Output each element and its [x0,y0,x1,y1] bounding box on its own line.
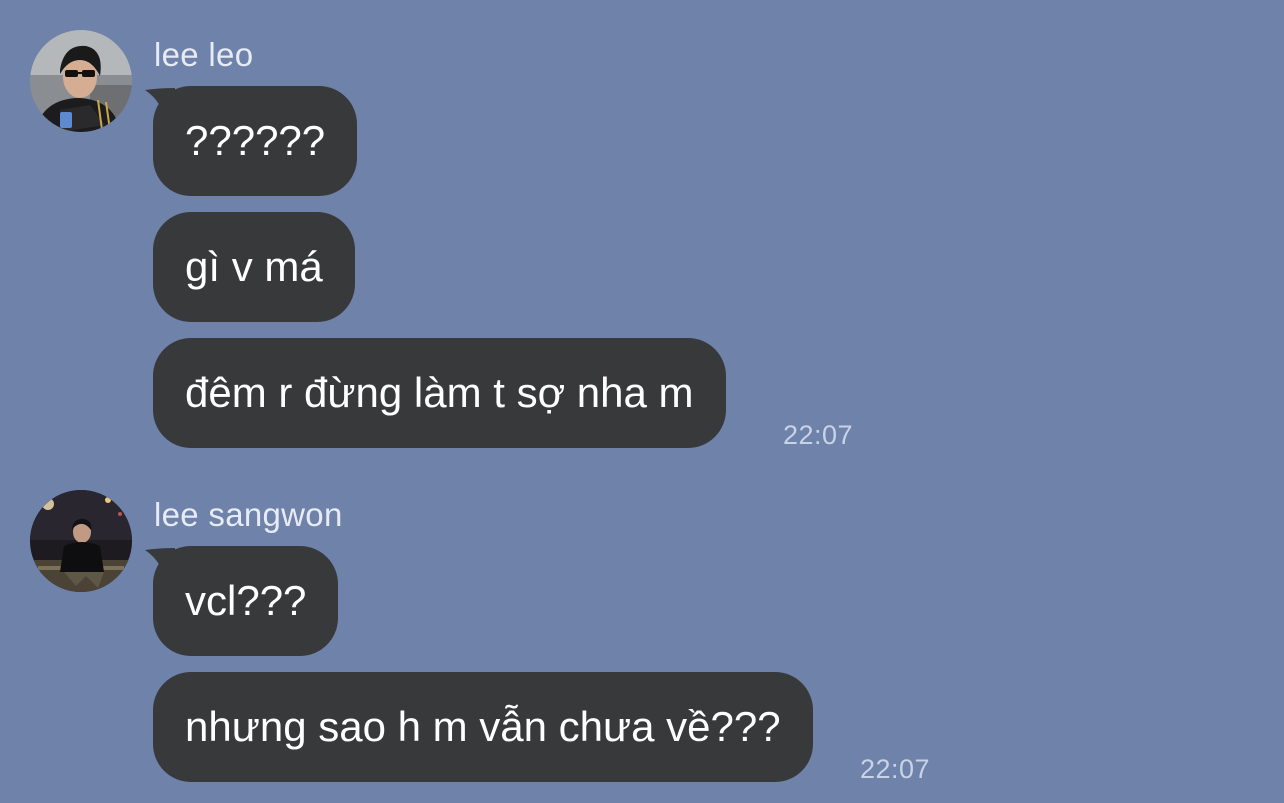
message-timestamp: 22:07 [860,754,931,784]
message-text: đêm r đừng làm t sợ nha m [185,369,694,416]
message-timestamp: 22:07 [783,420,854,450]
message-bubble[interactable]: ?????? [153,86,358,196]
message-text: gì v má [185,243,323,290]
sender-avatar-lee-leo[interactable] [30,30,132,132]
chat-thread: lee leo ?????? gì v má đêm r đừng làm t … [0,0,1284,803]
sender-avatar-lee-sangwon[interactable] [30,490,132,592]
person-photo-icon [30,30,132,132]
message-bubble[interactable]: đêm r đừng làm t sợ nha m [153,338,726,448]
message-text: vcl??? [185,577,307,624]
message-bubble[interactable]: vcl??? [153,546,339,656]
message-bubble[interactable]: nhưng sao h m vẫn chưa về??? [153,672,813,782]
message-text: ?????? [185,117,326,164]
message-text: nhưng sao h m vẫn chưa về??? [185,703,781,750]
message-bubble[interactable]: gì v má [153,212,355,322]
person-photo-icon [30,490,132,592]
sender-name: lee leo [154,36,254,73]
sender-name: lee sangwon [154,496,343,533]
